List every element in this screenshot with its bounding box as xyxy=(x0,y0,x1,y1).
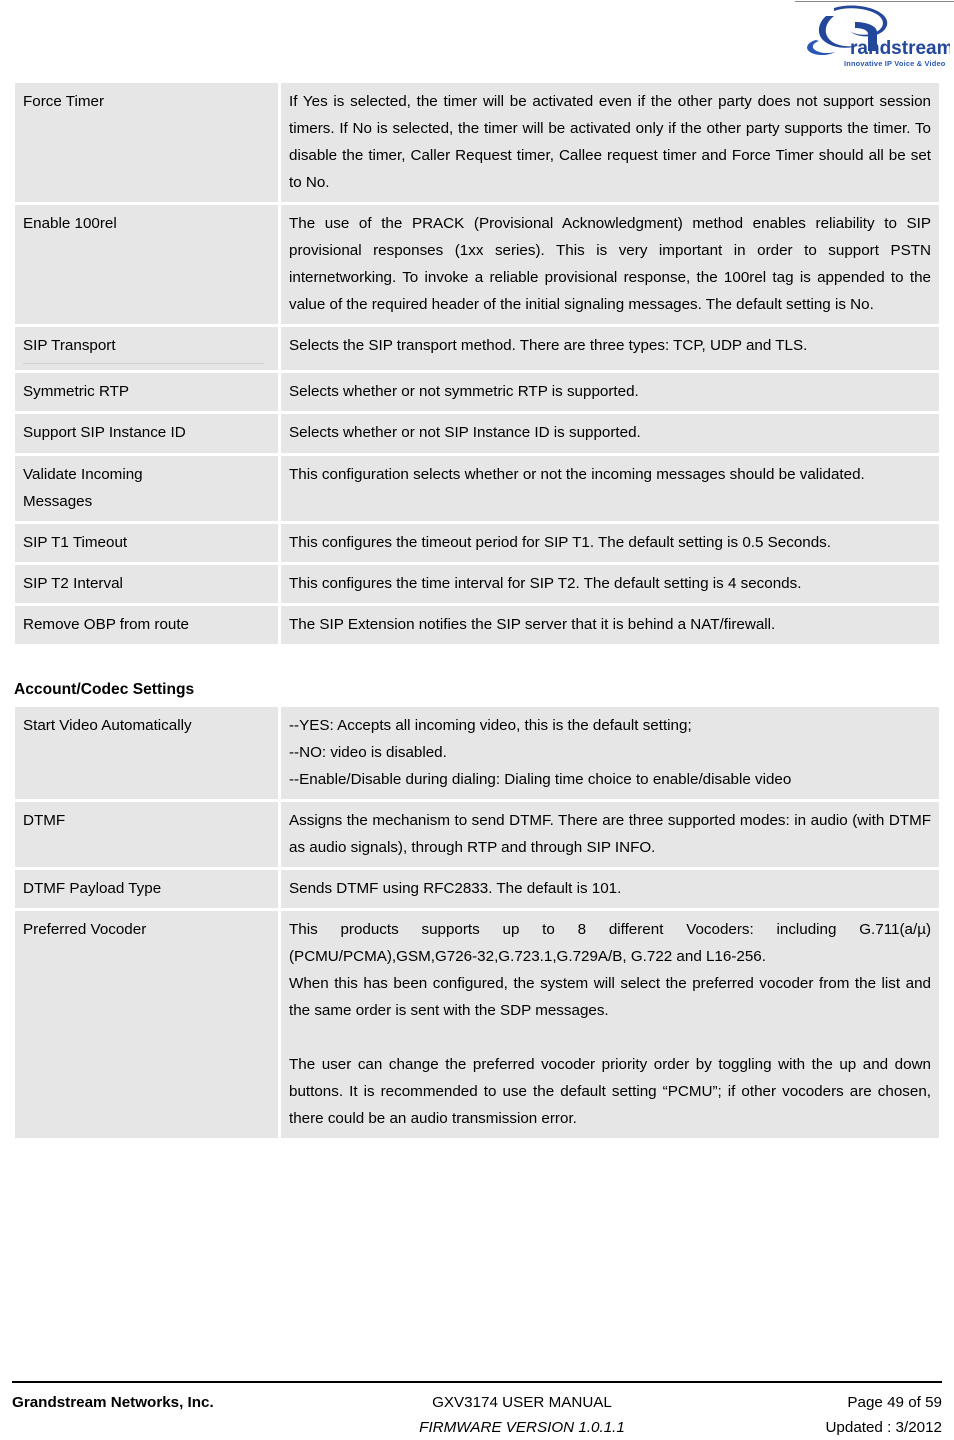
table-row: SIP T2 Interval This configures the time… xyxy=(15,564,939,603)
grandstream-logo: randstream Innovative IP Voice & Video xyxy=(798,4,950,70)
setting-description-cell: If Yes is selected, the timer will be ac… xyxy=(281,83,939,203)
setting-description-cell: Selects the SIP transport method. There … xyxy=(281,327,939,371)
logo-tagline: Innovative IP Voice & Video xyxy=(844,59,946,68)
setting-name-cell: DTMF xyxy=(15,801,278,867)
table-row: SIP Transport Selects the SIP transport … xyxy=(15,327,939,371)
logo-wordmark: randstream xyxy=(850,38,950,59)
scan-artifact-line xyxy=(23,363,264,365)
setting-name-cell: SIP T2 Interval xyxy=(15,564,278,603)
table-row: Remove OBP from route The SIP Extension … xyxy=(15,605,939,644)
header-rule xyxy=(795,1,954,2)
setting-name-cell: Enable 100rel xyxy=(15,205,278,325)
setting-description-cell: The use of the PRACK (Provisional Acknow… xyxy=(281,205,939,325)
setting-name-cell: Force Timer xyxy=(15,83,278,203)
setting-description-cell: This products supports up to 8 different… xyxy=(281,911,939,1139)
table-row: Force Timer If Yes is selected, the time… xyxy=(15,83,939,203)
document-page: randstream Innovative IP Voice & Video F… xyxy=(0,0,954,1437)
setting-name-cell: SIP Transport xyxy=(15,327,278,371)
setting-description-cell: This configures the time interval for SI… xyxy=(281,564,939,603)
footer-page-number: Page 49 of 59 xyxy=(847,1394,942,1411)
setting-description-cell: Assigns the mechanism to send DTMF. Ther… xyxy=(281,801,939,867)
table-row: Preferred Vocoder This products supports… xyxy=(15,911,939,1139)
footer-manual-title: GXV3174 USER MANUAL xyxy=(432,1394,612,1411)
table-row: DTMF Assigns the mechanism to send DTMF.… xyxy=(15,801,939,867)
table-row: Validate Incoming Messages This configur… xyxy=(15,455,939,521)
table-row: Start Video Automatically --YES: Accepts… xyxy=(15,706,939,799)
setting-name-cell: Remove OBP from route xyxy=(15,605,278,644)
setting-name-cell: Support SIP Instance ID xyxy=(15,414,278,453)
footer-updated-date: Updated : 3/2012 xyxy=(825,1418,942,1436)
setting-name-cell: Symmetric RTP xyxy=(15,373,278,412)
table-row: SIP T1 Timeout This configures the timeo… xyxy=(15,523,939,562)
footer-company: Grandstream Networks, Inc. xyxy=(12,1394,214,1411)
setting-name-cell: DTMF Payload Type xyxy=(15,869,278,909)
setting-description-cell: Selects whether or not symmetric RTP is … xyxy=(281,373,939,412)
setting-name-cell: Validate Incoming Messages xyxy=(15,455,278,521)
setting-description-cell: The SIP Extension notifies the SIP serve… xyxy=(281,605,939,644)
page-content: Force Timer If Yes is selected, the time… xyxy=(12,80,942,1141)
section-heading-account-codec: Account/Codec Settings xyxy=(14,680,195,698)
setting-name-text: SIP Transport xyxy=(23,337,116,355)
page-footer: Grandstream Networks, Inc. GXV3174 USER … xyxy=(12,1381,942,1440)
table-row: Support SIP Instance ID Selects whether … xyxy=(15,414,939,453)
setting-name-cell: Start Video Automatically xyxy=(15,706,278,799)
table-row: Symmetric RTP Selects whether or not sym… xyxy=(15,373,939,412)
table-row: Enable 100rel The use of the PRACK (Prov… xyxy=(15,205,939,325)
account-codec-settings-table: Start Video Automatically --YES: Accepts… xyxy=(12,704,942,1142)
setting-name-cell: Preferred Vocoder xyxy=(15,911,278,1139)
setting-description-cell: This configures the timeout period for S… xyxy=(281,523,939,562)
page-header: randstream Innovative IP Voice & Video xyxy=(0,0,954,80)
setting-description-cell: This configuration selects whether or no… xyxy=(281,455,939,521)
sip-settings-table: Force Timer If Yes is selected, the time… xyxy=(12,80,942,647)
setting-description-cell: Sends DTMF using RFC2833. The default is… xyxy=(281,869,939,909)
setting-description-cell: --YES: Accepts all incoming video, this … xyxy=(281,706,939,799)
setting-description-cell: Selects whether or not SIP Instance ID i… xyxy=(281,414,939,453)
setting-name-cell: SIP T1 Timeout xyxy=(15,523,278,562)
table-row: DTMF Payload Type Sends DTMF using RFC28… xyxy=(15,869,939,909)
footer-firmware-version: FIRMWARE VERSION 1.0.1.1 xyxy=(419,1418,625,1436)
